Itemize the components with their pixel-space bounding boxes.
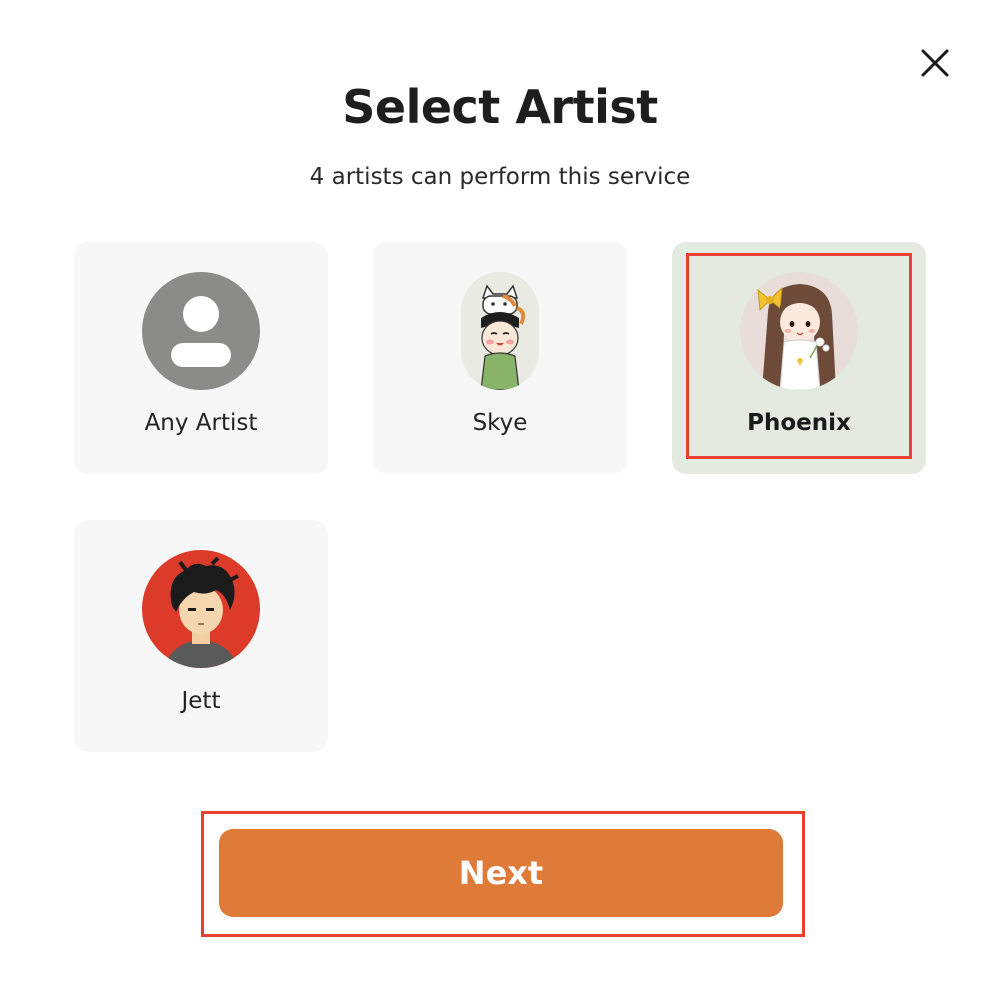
cartoon-avatar-boy-red: [142, 550, 260, 668]
artist-card-label: Jett: [181, 688, 221, 714]
artist-card-label: Skye: [472, 410, 528, 436]
next-button[interactable]: Next: [219, 829, 783, 917]
modal-title: Select Artist: [342, 80, 658, 134]
artist-card-label: Phoenix: [747, 410, 851, 436]
artist-card-skye[interactable]: Skye: [373, 242, 627, 474]
close-button[interactable]: [918, 46, 952, 80]
select-artist-modal: Select Artist 4 artists can perform this…: [0, 0, 1000, 984]
artist-card-label: Any Artist: [144, 410, 258, 436]
modal-subtitle: 4 artists can perform this service: [309, 164, 691, 190]
artist-card-phoenix[interactable]: Phoenix: [672, 242, 926, 474]
cartoon-avatar-cat-hat: [461, 272, 539, 390]
cartoon-avatar-girl-bow: [740, 272, 858, 390]
artist-card-any[interactable]: Any Artist: [74, 242, 328, 474]
close-icon: [921, 49, 949, 77]
artist-card-jett[interactable]: Jett: [74, 520, 328, 752]
generic-user-icon: [142, 272, 260, 390]
